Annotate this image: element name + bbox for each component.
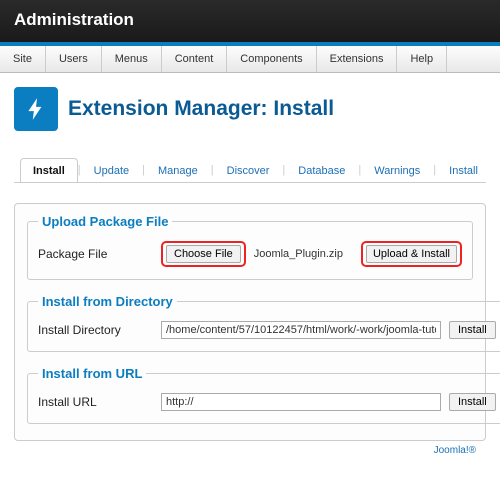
tab-bar: Install | Update | Manage | Discover | D… — [14, 157, 486, 183]
menu-components[interactable]: Components — [227, 46, 316, 72]
menu-extensions[interactable]: Extensions — [317, 46, 398, 72]
page-title: Extension Manager: Install — [68, 97, 334, 121]
tab-warnings[interactable]: Warnings — [361, 158, 433, 183]
dir-row: Install Directory Install — [38, 321, 496, 339]
install-directory-section: Install from Directory Install Directory… — [27, 294, 500, 352]
upload-install-button[interactable]: Upload & Install — [366, 245, 457, 263]
upload-row: Package File Choose File Joomla_Plugin.z… — [38, 241, 462, 267]
install-url-label: Install URL — [38, 395, 153, 409]
install-directory-label: Install Directory — [38, 323, 153, 337]
install-directory-input[interactable] — [161, 321, 441, 339]
content: Extension Manager: Install Install | Upd… — [0, 73, 500, 470]
url-legend: Install from URL — [38, 366, 146, 381]
footer-brand: Joomla!® — [14, 441, 486, 456]
tab-install[interactable]: Install — [20, 158, 78, 183]
tab-update[interactable]: Update — [81, 158, 142, 183]
choose-file-highlight: Choose File — [161, 241, 246, 267]
install-url-section: Install from URL Install URL Install — [27, 366, 500, 424]
upload-package-section: Upload Package File Package File Choose … — [27, 214, 473, 280]
page-title-row: Extension Manager: Install — [14, 87, 486, 131]
install-url-input[interactable] — [161, 393, 441, 411]
dir-legend: Install from Directory — [38, 294, 177, 309]
extension-icon — [14, 87, 58, 131]
install-panel: Upload Package File Package File Choose … — [14, 203, 486, 441]
admin-header: Administration — [0, 0, 500, 46]
menu-content[interactable]: Content — [162, 46, 228, 72]
tab-manage[interactable]: Manage — [145, 158, 211, 183]
menu-users[interactable]: Users — [46, 46, 102, 72]
admin-title: Administration — [14, 10, 486, 30]
selected-filename: Joomla_Plugin.zip — [254, 248, 343, 260]
install-dir-button[interactable]: Install — [449, 321, 496, 339]
menu-help[interactable]: Help — [397, 46, 447, 72]
choose-file-button[interactable]: Choose File — [166, 245, 241, 263]
upload-legend: Upload Package File — [38, 214, 172, 229]
package-file-label: Package File — [38, 247, 153, 261]
menu-site[interactable]: Site — [0, 46, 46, 72]
menu-menus[interactable]: Menus — [102, 46, 162, 72]
install-url-button[interactable]: Install — [449, 393, 496, 411]
main-menu: Site Users Menus Content Components Exte… — [0, 46, 500, 73]
tab-discover[interactable]: Discover — [214, 158, 283, 183]
upload-install-highlight: Upload & Install — [361, 241, 462, 267]
tab-database[interactable]: Database — [285, 158, 358, 183]
tab-install-languages[interactable]: Install — [436, 158, 486, 183]
url-row: Install URL Install — [38, 393, 496, 411]
